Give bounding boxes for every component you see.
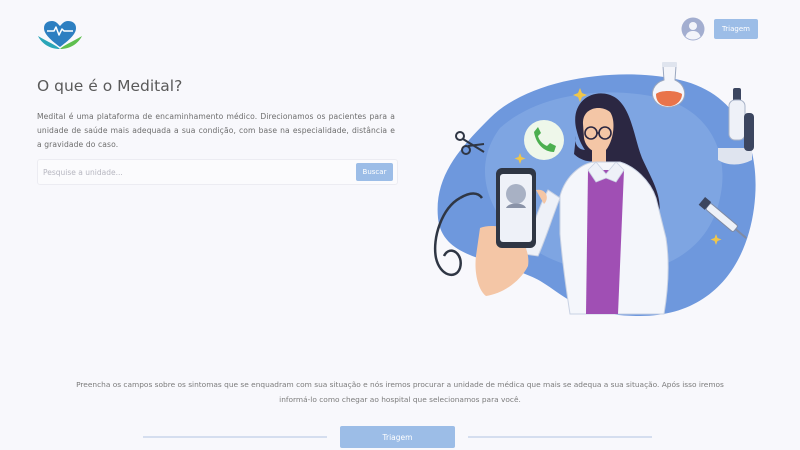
page-description: Medital é uma plataforma de encaminhamen… bbox=[37, 112, 395, 149]
header: Triagem bbox=[0, 0, 800, 60]
instructions-line-2: informá-lo como chegar ao hospital que s… bbox=[279, 395, 521, 404]
progress-line-left bbox=[143, 436, 327, 438]
search-button[interactable]: Buscar bbox=[356, 163, 393, 181]
progress-line-right bbox=[468, 436, 652, 438]
user-avatar-icon[interactable] bbox=[681, 17, 705, 41]
doctor-illustration bbox=[433, 62, 756, 317]
header-triage-button[interactable]: Triagem bbox=[714, 19, 758, 39]
medital-logo-icon[interactable] bbox=[36, 18, 84, 52]
triage-instructions: Preencha os campos sobre os sintomas que… bbox=[40, 377, 760, 407]
page-title: O que é o Medital? bbox=[37, 77, 183, 95]
instructions-line-1: Preencha os campos sobre os sintomas que… bbox=[76, 380, 724, 389]
search-input[interactable] bbox=[43, 164, 343, 181]
search-bar: Buscar bbox=[37, 159, 398, 185]
start-triage-button[interactable]: Triagem bbox=[340, 426, 455, 448]
